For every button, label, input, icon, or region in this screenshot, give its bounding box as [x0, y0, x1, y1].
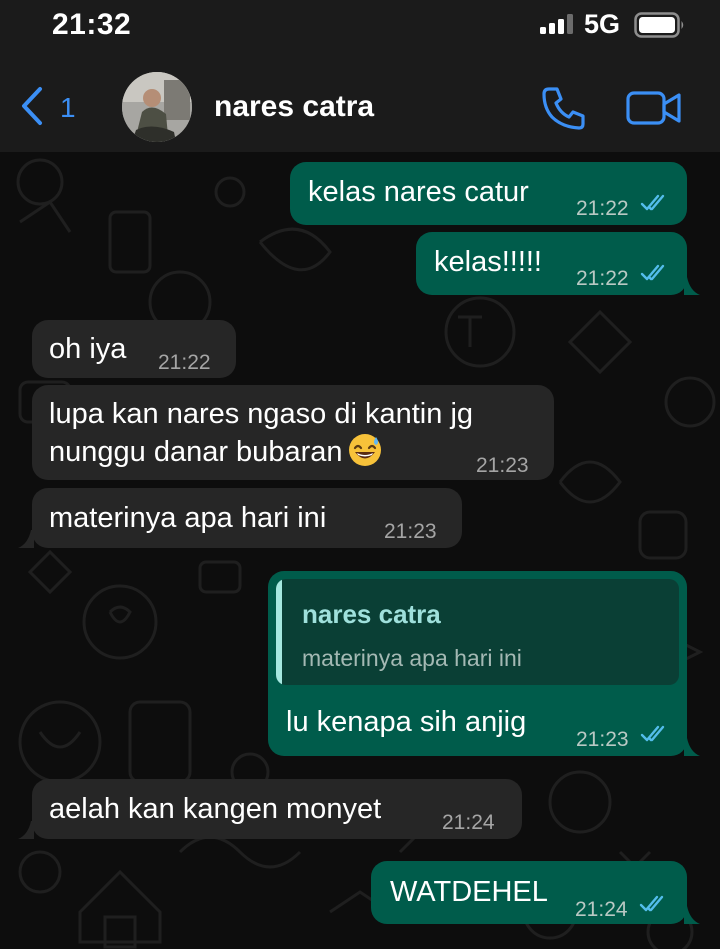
message-time: 21:22 [158, 351, 211, 374]
bubble-tail [684, 738, 700, 756]
message-text: nunggu danar bubaran [49, 436, 343, 468]
message-text: kelas nares catur [308, 176, 529, 208]
outgoing-message[interactable]: WATDEHEL 21:24 [371, 861, 687, 924]
message-time: 21:23 [576, 728, 629, 751]
bubble-tail [18, 530, 34, 548]
incoming-message[interactable]: lupa kan nares ngaso di kantin jg nunggu… [32, 385, 554, 480]
status-bar: 21:32 5G [0, 0, 720, 56]
unread-count[interactable]: 1 [60, 92, 76, 124]
chat-header: 1 nares catra [0, 56, 720, 152]
message-time: 21:22 [576, 197, 629, 220]
bubble-tail [684, 906, 700, 924]
phone-icon[interactable] [540, 84, 588, 132]
contact-avatar[interactable] [122, 72, 192, 142]
message-text: kelas!!!!! [434, 246, 542, 278]
quoted-message[interactable]: nares catra materinya apa hari ini [276, 579, 679, 685]
grinning-sweat-emoji-icon [349, 434, 382, 466]
quote-accent-bar [276, 579, 282, 685]
video-call-icon[interactable] [626, 90, 682, 126]
outgoing-message[interactable]: kelas!!!!! 21:22 [416, 232, 687, 295]
incoming-message[interactable]: aelah kan kangen monyet 21:24 [32, 779, 522, 839]
quoted-text: materinya apa hari ini [302, 645, 522, 671]
message-text-line2: nunggu danar bubaran [49, 433, 382, 471]
message-text-line1: lupa kan nares ngaso di kantin jg [49, 398, 474, 430]
message-time: 21:22 [576, 267, 629, 290]
avatar-photo-icon [122, 72, 192, 142]
read-double-check-icon [639, 895, 664, 912]
message-text: oh iya [49, 333, 127, 365]
message-time: 21:24 [575, 898, 628, 921]
outgoing-message[interactable]: kelas nares catur 21:22 [290, 162, 687, 225]
incoming-message[interactable]: oh iya 21:22 [32, 320, 236, 378]
message-time: 21:23 [476, 454, 529, 477]
bubble-tail [684, 277, 700, 295]
message-time: 21:24 [442, 811, 495, 834]
read-double-check-icon [640, 264, 665, 281]
message-time: 21:23 [384, 520, 437, 543]
outgoing-reply-message[interactable]: nares catra materinya apa hari ini lu ke… [268, 571, 687, 756]
message-text: WATDEHEL [390, 876, 548, 908]
read-double-check-icon [640, 725, 665, 742]
contact-name[interactable]: nares catra [214, 90, 374, 124]
signal-icon [540, 14, 573, 34]
incoming-message[interactable]: materinya apa hari ini 21:23 [32, 488, 462, 548]
back-chevron-icon[interactable] [18, 86, 48, 126]
bubble-tail [18, 821, 34, 839]
read-double-check-icon [640, 194, 665, 211]
status-time: 21:32 [52, 8, 132, 41]
message-text: materinya apa hari ini [49, 502, 327, 534]
message-text: lu kenapa sih anjig [286, 706, 527, 738]
network-type: 5G [584, 9, 621, 39]
quoted-sender: nares catra [302, 599, 441, 629]
message-text: aelah kan kangen monyet [49, 793, 382, 825]
chat-area[interactable]: kelas nares catur 21:22 kelas!!!!! 21:22… [0, 152, 720, 949]
battery-icon [634, 12, 684, 38]
